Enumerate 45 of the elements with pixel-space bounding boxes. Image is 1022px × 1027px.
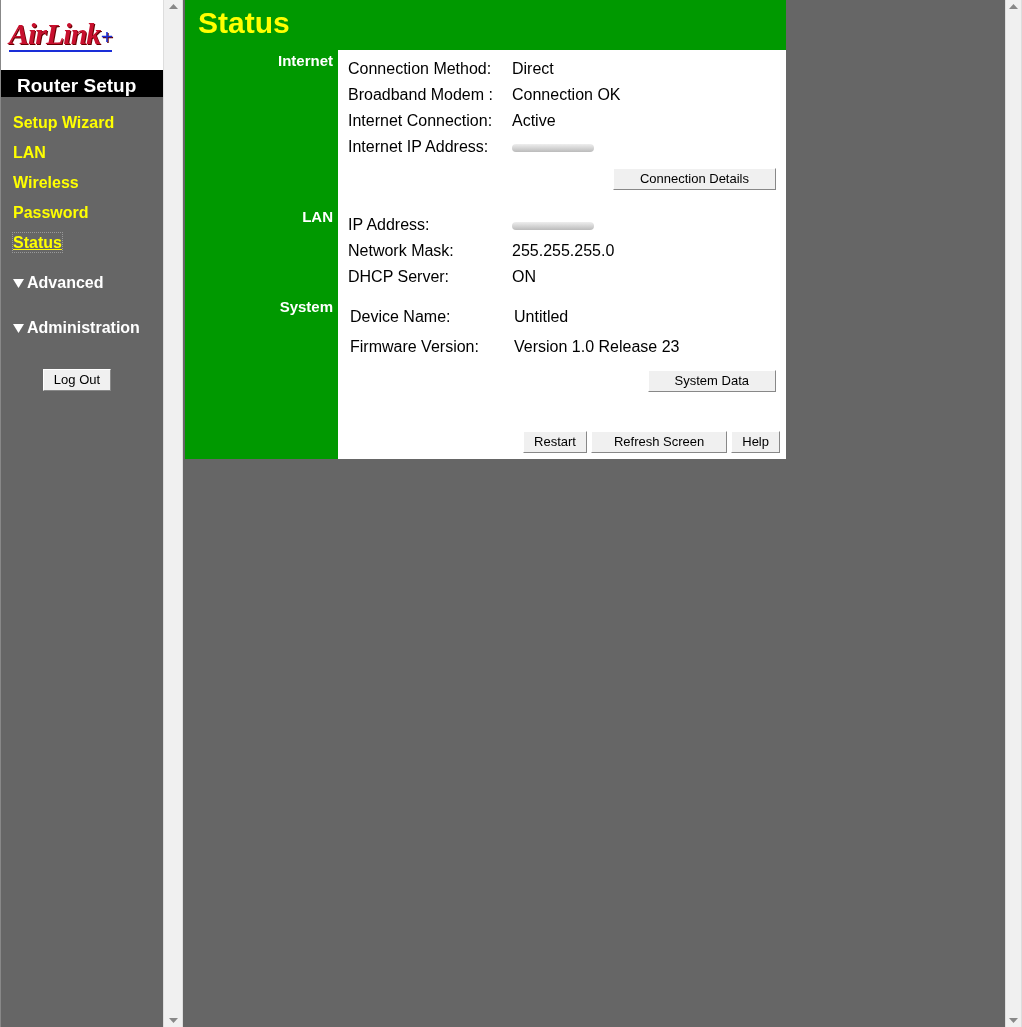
triangle-down-icon	[13, 278, 24, 288]
nav-link[interactable]: Status	[13, 233, 62, 252]
field-label: Connection Method:	[347, 59, 493, 79]
scrollbar[interactable]	[163, 0, 183, 1027]
sidebar-title: Router Setup	[1, 70, 163, 97]
nav-group[interactable]: Administration	[13, 316, 163, 340]
field-label: Broadband Modem :	[347, 85, 494, 105]
scroll-down-icon[interactable]	[168, 1018, 178, 1023]
action-button[interactable]: Refresh Screen	[590, 431, 728, 453]
field-label: Network Mask:	[347, 241, 455, 261]
logout-button[interactable]: Log Out	[42, 369, 112, 391]
nav-link[interactable]: Wireless	[13, 173, 79, 192]
scroll-up-icon[interactable]	[168, 4, 178, 9]
field-value: 255.255.255.0	[512, 241, 615, 261]
field-value: Active	[512, 111, 556, 131]
section-label: System	[278, 297, 334, 317]
field-label: IP Address:	[347, 215, 431, 235]
section-label: LAN	[301, 207, 334, 227]
field-value: Direct	[512, 59, 554, 79]
field-label: Device Name:	[349, 307, 452, 327]
scroll-up-icon[interactable]	[1009, 4, 1018, 9]
action-button[interactable]: System Data	[647, 370, 776, 392]
field-label: Internet Connection:	[347, 111, 494, 131]
field-value: Version 1.0 Release 23	[514, 337, 680, 357]
field-label: Internet IP Address:	[347, 137, 490, 157]
nav-group-label: Administration	[27, 318, 140, 338]
page-title: Status	[185, 0, 786, 50]
section-label: Internet	[277, 51, 334, 71]
field-value: ON	[512, 267, 536, 287]
field-label: DHCP Server:	[347, 267, 451, 287]
scroll-down-icon[interactable]	[1009, 1018, 1018, 1023]
logo: AirLink+	[9, 18, 112, 52]
nav-link[interactable]: Password	[13, 203, 89, 222]
action-button[interactable]: Restart	[523, 431, 587, 453]
field-label: Firmware Version:	[349, 337, 480, 357]
field-value: Connection OK	[512, 85, 621, 105]
nav-link[interactable]: LAN	[13, 143, 46, 162]
scrollbar[interactable]	[1005, 0, 1022, 1027]
action-button[interactable]: Help	[731, 431, 780, 453]
nav-group[interactable]: Advanced	[13, 271, 163, 295]
action-button[interactable]: Connection Details	[612, 168, 776, 190]
nav-group-label: Advanced	[27, 273, 104, 293]
nav-link[interactable]: Setup Wizard	[13, 113, 115, 132]
field-value: Untitled	[514, 307, 569, 327]
triangle-down-icon	[13, 323, 24, 333]
